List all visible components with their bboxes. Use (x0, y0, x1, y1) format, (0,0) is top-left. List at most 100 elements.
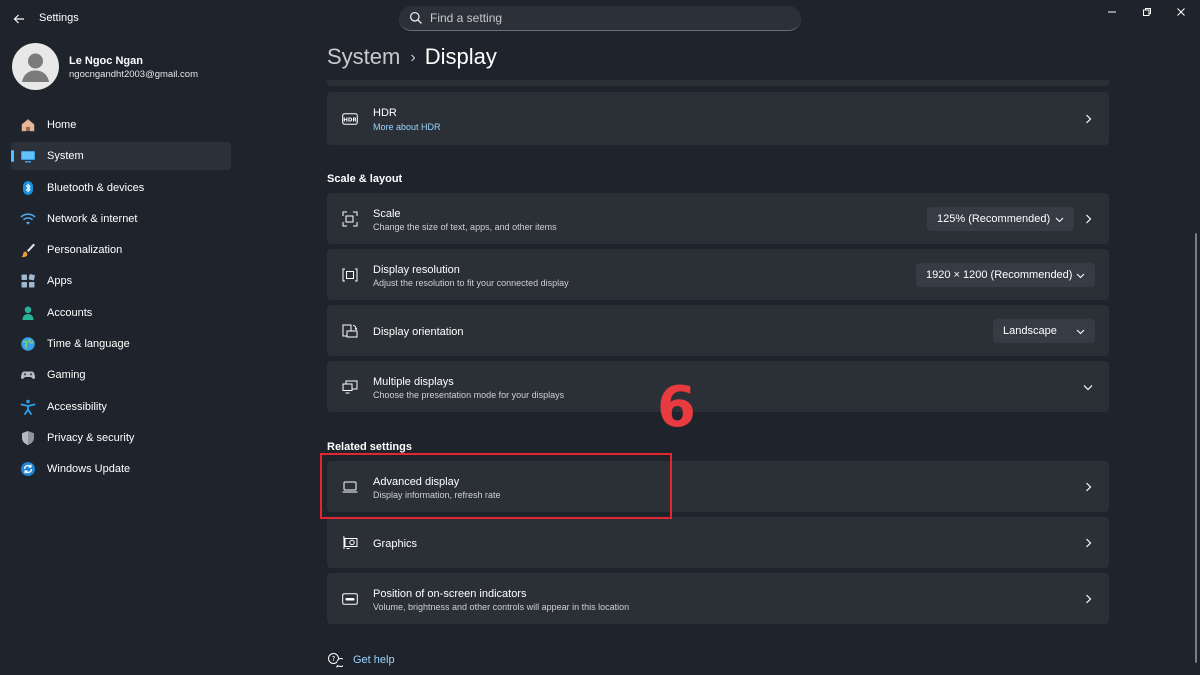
system-icon (21, 151, 35, 163)
resolution-subtitle: Adjust the resolution to fit your connec… (373, 278, 569, 288)
onscreen-indicators-card[interactable]: Position of on-screen indicators Volume,… (327, 573, 1109, 624)
hdr-title: HDR (373, 107, 397, 119)
gamepad-icon (21, 371, 35, 380)
sidebar-item-bluetooth[interactable]: Bluetooth & devices (11, 174, 231, 202)
scale-dropdown-value: 125% (Recommended) (937, 213, 1051, 225)
scale-card: Scale Change the size of text, apps, and… (327, 193, 1109, 244)
orientation-dropdown[interactable]: Landscape (993, 319, 1095, 343)
orientation-icon (341, 322, 359, 340)
app-title: Settings (39, 12, 79, 24)
minimize-button[interactable] (1102, 4, 1122, 20)
maximize-button[interactable] (1137, 4, 1157, 20)
close-button[interactable] (1171, 4, 1191, 20)
sidebar-item-accessibility[interactable]: Accessibility (11, 393, 231, 421)
sidebar-nav: Home System Bluetooth & devices Network … (11, 111, 231, 487)
minimize-icon (1108, 11, 1116, 13)
restore-icon (1143, 8, 1151, 16)
back-arrow-icon (13, 14, 24, 24)
sidebar-item-system[interactable]: System (11, 142, 231, 171)
page-title: Display (424, 44, 497, 69)
chevron-right-icon (1083, 538, 1093, 548)
scrollbar[interactable] (1195, 233, 1197, 663)
scale-dropdown[interactable]: 125% (Recommended) (927, 207, 1074, 231)
search-box[interactable] (399, 6, 801, 31)
scale-title: Scale (373, 208, 401, 220)
sidebar-item-label: Time & language (47, 338, 130, 351)
bluetooth-icon (23, 180, 33, 195)
multiple-displays-card[interactable]: Multiple displays Choose the presentatio… (327, 361, 1109, 412)
section-heading-related-settings: Related settings (327, 441, 412, 453)
scale-subtitle: Change the size of text, apps, and other… (373, 222, 557, 232)
help-chat-icon: ? (328, 653, 343, 668)
avatar (12, 43, 59, 90)
sidebar-item-label: Gaming (47, 369, 86, 382)
resolution-card: Display resolution Adjust the resolution… (327, 249, 1109, 300)
hdr-link[interactable]: More about HDR (373, 122, 441, 132)
user-email: ngocngandht2003@gmail.com (69, 69, 199, 80)
network-icon (20, 213, 36, 225)
globe-icon (21, 337, 35, 351)
resolution-dropdown[interactable]: 1920 × 1200 (Recommended) (916, 263, 1095, 287)
search-input[interactable] (430, 10, 780, 26)
chevron-down-icon (1076, 329, 1085, 335)
chevron-right-icon (1083, 594, 1093, 604)
onscreen-indicators-title: Position of on-screen indicators (373, 588, 527, 600)
brush-icon (21, 243, 35, 258)
sidebar-item-time-language[interactable]: Time & language (11, 330, 231, 358)
multiple-displays-title: Multiple displays (373, 376, 454, 388)
graphics-card[interactable]: Graphics (327, 517, 1109, 568)
chevron-right-icon (1083, 482, 1093, 492)
orientation-dropdown-value: Landscape (1003, 325, 1057, 337)
person-icon (22, 53, 49, 82)
sidebar-item-label: Accessibility (47, 400, 107, 413)
hdr-card[interactable]: HDR HDR More about HDR (327, 92, 1109, 145)
chevron-down-icon (1076, 273, 1085, 279)
sidebar-item-privacy-security[interactable]: Privacy & security (11, 424, 231, 452)
back-button[interactable] (10, 10, 28, 28)
highlight-box (320, 453, 672, 519)
section-heading-scale-layout: Scale & layout (327, 173, 403, 185)
search-icon (409, 11, 422, 24)
breadcrumb: System › Display (327, 44, 497, 70)
active-indicator (11, 150, 14, 163)
resolution-dropdown-value: 1920 × 1200 (Recommended) (926, 269, 1073, 281)
multiple-displays-subtitle: Choose the presentation mode for your di… (373, 390, 565, 400)
accounts-icon (22, 306, 34, 320)
scale-icon (341, 210, 359, 228)
sidebar-item-label: Home (47, 119, 77, 131)
shield-icon (22, 430, 34, 445)
indicator-position-icon (341, 590, 359, 608)
sidebar-item-accounts[interactable]: Accounts (11, 299, 231, 327)
chevron-right-icon[interactable] (1083, 214, 1093, 224)
sidebar-item-label: Bluetooth & devices (47, 181, 145, 194)
sidebar-item-label: System (47, 150, 84, 163)
sidebar-item-label: Personalization (47, 244, 123, 257)
title-bar: Settings (0, 0, 1200, 38)
sidebar-item-label: Network & internet (47, 212, 138, 225)
user-name: Le Ngoc Ngan (69, 55, 143, 67)
resolution-icon (341, 266, 359, 284)
previous-card-edge (327, 80, 1109, 86)
sidebar-item-home[interactable]: Home (11, 111, 231, 139)
chevron-right-icon (1083, 114, 1093, 124)
chevron-down-icon (1083, 382, 1093, 392)
sidebar-item-label: Apps (47, 275, 73, 288)
home-icon (21, 119, 35, 132)
sidebar-item-label: Accounts (47, 306, 93, 319)
sidebar-item-network[interactable]: Network & internet (11, 205, 231, 233)
sidebar-item-label: Windows Update (47, 463, 131, 476)
breadcrumb-parent[interactable]: System (327, 44, 400, 69)
multiple-displays-icon (341, 378, 359, 396)
sidebar-item-windows-update[interactable]: Windows Update (11, 455, 231, 483)
graphics-title: Graphics (373, 538, 418, 550)
sidebar-item-personalization[interactable]: Personalization (11, 236, 231, 264)
resolution-title: Display resolution (373, 264, 460, 276)
orientation-title: Display orientation (373, 326, 464, 338)
update-icon (21, 462, 35, 477)
graphics-card-icon (341, 534, 359, 552)
sidebar-item-apps[interactable]: Apps (11, 267, 231, 295)
get-help-label: Get help (353, 654, 395, 666)
accessibility-icon (20, 399, 36, 415)
sidebar-item-gaming[interactable]: Gaming (11, 361, 231, 389)
orientation-card: Display orientation Landscape (327, 305, 1109, 356)
